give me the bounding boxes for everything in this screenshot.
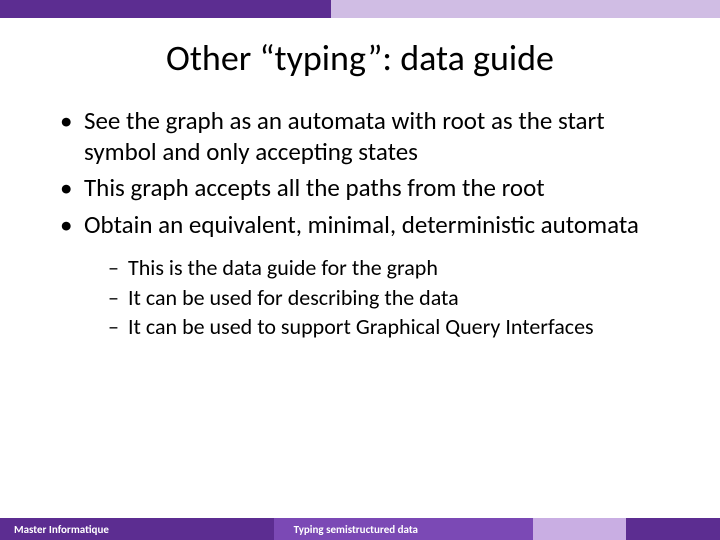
- top-accent-dark: [0, 0, 331, 18]
- footer-left-text: Master Informatique: [14, 523, 109, 536]
- sub-bullet-item: It can be used for describing the data: [108, 284, 680, 312]
- footer-accent-dark: [626, 518, 720, 540]
- footer-center: Typing semistructured data: [274, 518, 533, 540]
- bullet-item-text: Obtain an equivalent, minimal, determini…: [84, 209, 639, 240]
- slide: Other “typing”: data guide See the graph…: [0, 0, 720, 540]
- top-accent-bar: [0, 0, 720, 18]
- footer-bar: Master Informatique Typing semistructure…: [0, 518, 720, 540]
- footer-accent-light: [533, 518, 627, 540]
- bullet-item: See the graph as an automata with root a…: [60, 106, 680, 167]
- bullet-list: See the graph as an automata with root a…: [60, 106, 680, 341]
- sub-bullet-item: This is the data guide for the graph: [108, 254, 680, 282]
- slide-title: Other “typing”: data guide: [0, 36, 720, 80]
- top-accent-light: [331, 0, 720, 18]
- footer-left: Master Informatique: [0, 518, 274, 540]
- slide-body: See the graph as an automata with root a…: [0, 106, 720, 540]
- bullet-item: This graph accepts all the paths from th…: [60, 173, 680, 204]
- sub-bullet-item: It can be used to support Graphical Quer…: [108, 313, 680, 341]
- footer-center-text: Typing semistructured data: [294, 523, 418, 536]
- sub-bullet-list: This is the data guide for the graph It …: [84, 254, 680, 341]
- bullet-item: Obtain an equivalent, minimal, determini…: [60, 210, 680, 341]
